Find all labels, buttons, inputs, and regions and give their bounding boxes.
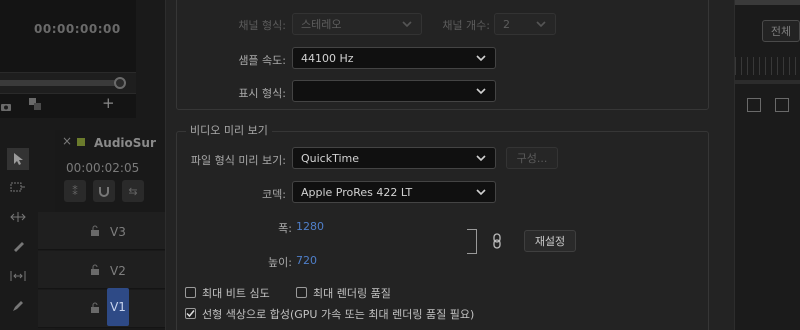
chevron-down-icon (476, 55, 486, 62)
height-value[interactable]: 720 (296, 254, 317, 267)
display-format-dropdown[interactable] (292, 80, 496, 102)
lock-icon[interactable] (90, 302, 102, 314)
channel-format-label: 채널 형식: (238, 19, 286, 32)
nest-toggle-icon[interactable]: ⁑ (64, 180, 86, 202)
chevron-down-icon (476, 155, 486, 162)
linked-selection-icon[interactable]: ⇆ (122, 180, 144, 202)
channel-format-value: 스테레오 (301, 18, 342, 31)
video-preview-title: 비디오 미리 보기 (186, 122, 272, 138)
linear-color-label[interactable]: 선형 색상으로 합성(GPU 가속 또는 최대 렌더링 품질 필요) (202, 306, 474, 322)
time-ruler (735, 57, 800, 75)
aspect-link-bracket (467, 229, 477, 254)
max-bit-depth-label[interactable]: 최대 비트 심도 (202, 285, 270, 301)
width-value[interactable]: 1280 (296, 220, 324, 233)
pen-tool-icon[interactable] (7, 295, 29, 317)
sequence-tab-title[interactable]: AudioSur (94, 136, 156, 150)
codec-label: 코덱: (262, 188, 286, 201)
chevron-down-icon (536, 21, 546, 28)
linear-color-checkbox[interactable] (185, 308, 196, 319)
scrub-track (0, 80, 118, 86)
right-panel-background (735, 0, 800, 330)
track-target-v1[interactable]: V1 (107, 288, 129, 326)
all-button[interactable]: 전체 (762, 20, 800, 42)
sequence-color-swatch (77, 138, 85, 146)
display-format-label: 표시 형식: (238, 87, 286, 100)
file-format-dropdown[interactable]: QuickTime (292, 147, 496, 169)
chevron-down-icon (476, 189, 486, 196)
export-frame-icon[interactable] (28, 96, 42, 110)
track-select-tool-icon[interactable] (7, 176, 29, 198)
sample-rate-dropdown[interactable]: 44100 Hz (292, 47, 496, 69)
sample-rate-label: 샘플 속도: (238, 54, 286, 67)
camera-icon[interactable] (0, 98, 12, 111)
link-icon[interactable] (492, 233, 502, 249)
right-panel-header (735, 0, 800, 5)
file-format-value: QuickTime (301, 151, 360, 165)
width-label: 폭: (278, 222, 292, 235)
channel-count-label: 채널 개수: (442, 19, 490, 32)
reset-button[interactable]: 재설정 (524, 230, 576, 252)
codec-value: Apple ProRes 422 LT (301, 185, 413, 199)
file-format-label: 파일 형식 미리 보기: (190, 154, 286, 167)
channel-format-dropdown: 스테레오 (292, 13, 422, 35)
ripple-edit-tool-icon[interactable] (7, 206, 29, 228)
max-render-quality-label[interactable]: 최대 렌더링 품질 (313, 285, 391, 301)
add-button-icon[interactable]: + (102, 96, 116, 111)
compare-view-icon[interactable] (775, 98, 789, 112)
export-frame-icon[interactable] (747, 98, 761, 112)
lock-icon[interactable] (90, 264, 102, 276)
configure-button[interactable]: 구성... (506, 147, 558, 169)
codec-dropdown[interactable]: Apple ProRes 422 LT (292, 181, 496, 203)
sequence-timecode[interactable]: 00:00:02:05 (66, 161, 139, 175)
snap-icon[interactable] (93, 180, 115, 202)
source-timecode: 00:00:00:00 (34, 22, 121, 36)
close-tab-icon[interactable]: × (62, 134, 72, 148)
razor-tool-icon[interactable] (7, 235, 29, 257)
selection-tool-icon[interactable] (7, 148, 29, 170)
slip-tool-icon[interactable] (7, 265, 29, 287)
track-label-v3[interactable]: V3 (110, 225, 126, 239)
channel-count-dropdown: 2 (494, 13, 556, 35)
max-bit-depth-checkbox[interactable] (185, 287, 196, 298)
checkmark-icon (186, 310, 195, 318)
sample-rate-value: 44100 Hz (301, 51, 354, 65)
max-render-quality-checkbox[interactable] (296, 287, 307, 298)
channel-count-value: 2 (503, 17, 510, 31)
height-label: 높이: (268, 256, 292, 269)
track-label-v2[interactable]: V2 (110, 264, 126, 278)
divider (735, 80, 800, 84)
lock-icon[interactable] (90, 225, 102, 237)
playhead-handle[interactable] (114, 77, 126, 89)
chevron-down-icon (476, 88, 486, 95)
chevron-down-icon (402, 21, 412, 28)
